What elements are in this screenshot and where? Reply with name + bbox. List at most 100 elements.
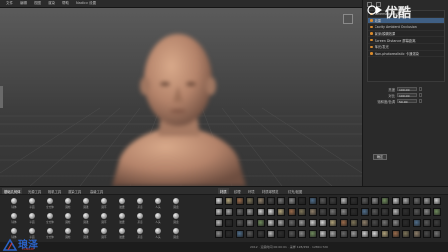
- material-swatch[interactable]: [215, 219, 223, 227]
- spinner-icon[interactable]: [419, 86, 422, 92]
- material-swatch[interactable]: [371, 230, 379, 238]
- material-swatch[interactable]: [235, 197, 244, 205]
- material-swatch[interactable]: [287, 219, 296, 227]
- tab[interactable]: 基础几何体: [2, 188, 23, 194]
- shape-item[interactable]: 人头: [150, 213, 166, 226]
- material-swatch[interactable]: [360, 208, 369, 216]
- list-item[interactable]: Cavity Ambient Occlusion: [368, 24, 444, 31]
- material-swatch[interactable]: [319, 197, 327, 205]
- material-swatch[interactable]: [391, 208, 400, 216]
- tab[interactable]: 材质球预览: [260, 188, 280, 194]
- shape-item[interactable]: 球体: [6, 213, 22, 226]
- material-swatch[interactable]: [329, 219, 338, 227]
- material-swatch[interactable]: [350, 208, 359, 216]
- material-swatch[interactable]: [433, 208, 442, 216]
- menu-item[interactable]: 编辑: [20, 1, 27, 6]
- material-swatch[interactable]: [350, 219, 359, 227]
- material-swatch[interactable]: [329, 230, 338, 238]
- material-swatch[interactable]: [256, 230, 265, 238]
- 3d-viewport[interactable]: [0, 8, 362, 186]
- material-swatch[interactable]: [339, 208, 348, 216]
- material-swatch[interactable]: [402, 197, 411, 205]
- shape-item[interactable]: 圆环: [96, 213, 112, 226]
- shape-item[interactable]: 胶囊: [114, 198, 130, 211]
- shape-item[interactable]: 球体: [6, 198, 22, 211]
- menu-item[interactable]: 文件: [6, 1, 13, 6]
- material-swatch[interactable]: [235, 208, 244, 216]
- param-input[interactable]: 100.00: [397, 92, 417, 98]
- material-swatch[interactable]: [256, 219, 265, 227]
- material-swatch[interactable]: [402, 230, 411, 238]
- material-swatch[interactable]: [402, 208, 411, 216]
- material-swatch[interactable]: [319, 208, 327, 216]
- material-swatch[interactable]: [350, 230, 359, 238]
- material-swatch[interactable]: [277, 230, 286, 238]
- menu-item[interactable]: 视图: [34, 1, 41, 6]
- shape-item[interactable]: 胶囊: [114, 213, 130, 226]
- material-swatch[interactable]: [267, 208, 275, 216]
- param-input[interactable]: 50.00: [397, 98, 417, 104]
- list-item[interactable]: 辉光/发光: [368, 44, 444, 51]
- list-item[interactable]: Non-photorealistic 卡通渲染: [368, 51, 444, 58]
- material-swatch[interactable]: [391, 230, 400, 238]
- material-swatch[interactable]: [371, 197, 379, 205]
- shape-item[interactable]: 圆环: [96, 228, 112, 241]
- material-swatch[interactable]: [298, 208, 307, 216]
- shape-item[interactable]: 圆环: [96, 198, 112, 211]
- material-swatch[interactable]: [360, 197, 369, 205]
- material-swatch[interactable]: [423, 197, 431, 205]
- material-swatch[interactable]: [277, 208, 286, 216]
- shape-item[interactable]: 圆锥: [78, 198, 94, 211]
- material-swatch[interactable]: [412, 197, 421, 205]
- material-swatch[interactable]: [329, 197, 338, 205]
- material-swatch[interactable]: [319, 219, 327, 227]
- spinner-icon[interactable]: [419, 98, 422, 104]
- material-swatch[interactable]: [287, 230, 296, 238]
- shape-item[interactable]: 圆盘: [168, 213, 184, 226]
- shape-item[interactable]: 人头: [150, 228, 166, 241]
- material-swatch[interactable]: [433, 230, 442, 238]
- material-swatch[interactable]: [298, 219, 307, 227]
- material-swatch[interactable]: [371, 208, 379, 216]
- tab[interactable]: 高级工具: [88, 188, 105, 194]
- material-swatch[interactable]: [287, 197, 296, 205]
- shape-item[interactable]: 圆锥: [78, 213, 94, 226]
- material-swatch[interactable]: [381, 208, 390, 216]
- shape-item[interactable]: 立方体: [42, 198, 58, 211]
- tab[interactable]: 纹理: [232, 188, 243, 194]
- material-swatch[interactable]: [246, 219, 255, 227]
- viewport-scroll-handle[interactable]: [0, 86, 3, 108]
- material-swatch[interactable]: [225, 208, 234, 216]
- shape-item[interactable]: 茶壶: [132, 228, 148, 241]
- material-swatch[interactable]: [339, 197, 348, 205]
- shape-item[interactable]: 圆柱: [60, 198, 76, 211]
- material-swatch[interactable]: [215, 230, 223, 238]
- param-input[interactable]: 100.00: [397, 86, 417, 92]
- material-swatch[interactable]: [381, 230, 390, 238]
- list-item[interactable]: Screen Distance 屏幕距离: [368, 37, 444, 44]
- material-swatch[interactable]: [412, 219, 421, 227]
- material-swatch[interactable]: [350, 197, 359, 205]
- material-swatch[interactable]: [267, 230, 275, 238]
- shape-item[interactable]: 茶壶: [132, 213, 148, 226]
- material-swatch[interactable]: [287, 208, 296, 216]
- material-swatch[interactable]: [277, 197, 286, 205]
- material-swatch[interactable]: [360, 219, 369, 227]
- material-swatch[interactable]: [215, 197, 223, 205]
- material-swatch[interactable]: [433, 197, 442, 205]
- material-swatch[interactable]: [339, 230, 348, 238]
- shape-item[interactable]: 圆柱: [60, 213, 76, 226]
- material-swatch[interactable]: [402, 219, 411, 227]
- tab[interactable]: 光源工具: [26, 188, 43, 194]
- list-item[interactable]: 景深/模糊效果: [368, 31, 444, 38]
- material-swatch[interactable]: [225, 197, 234, 205]
- material-swatch[interactable]: [267, 219, 275, 227]
- material-swatch[interactable]: [381, 219, 390, 227]
- menu-item[interactable]: 帮助: [62, 1, 69, 6]
- shape-item[interactable]: 人头: [150, 198, 166, 211]
- material-swatch[interactable]: [225, 230, 234, 238]
- shape-item[interactable]: 平面: [24, 213, 40, 226]
- material-swatch[interactable]: [298, 197, 307, 205]
- material-swatch[interactable]: [308, 219, 317, 227]
- shape-item[interactable]: 胶囊: [114, 228, 130, 241]
